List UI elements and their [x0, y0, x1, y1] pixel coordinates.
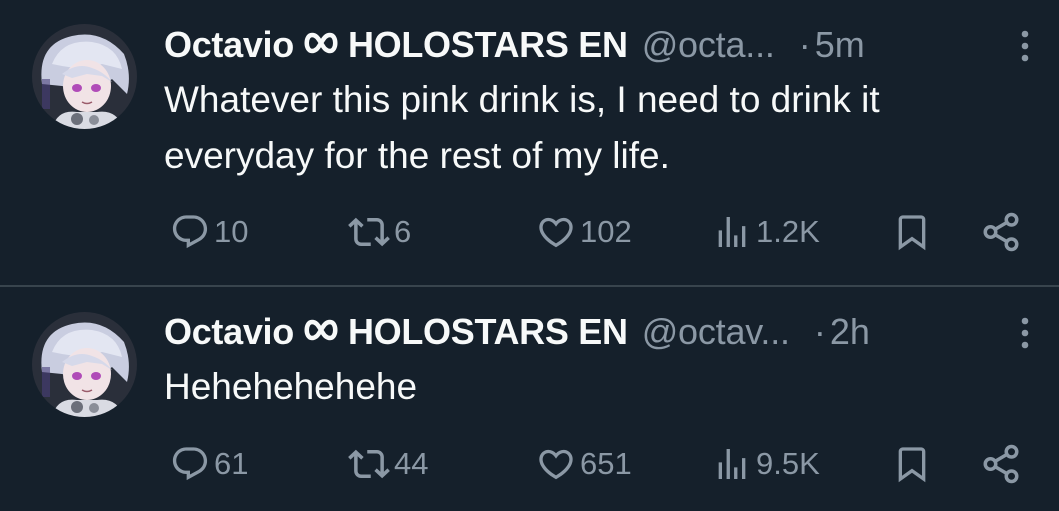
infinity-badge-icon — [302, 319, 340, 346]
retweet-button[interactable]: 6 — [348, 207, 411, 257]
share-button[interactable] — [980, 207, 1022, 257]
like-button[interactable]: 651 — [536, 439, 632, 489]
like-icon — [536, 444, 576, 484]
reply-count: 61 — [214, 446, 249, 481]
like-button[interactable]: 102 — [536, 207, 632, 257]
display-name[interactable]: Octavio — [164, 24, 294, 66]
tweet-header: Octavio HOLOSTARS EN @octa... · 5m — [164, 20, 1039, 70]
retweet-icon — [348, 443, 390, 485]
separator-dot: · — [798, 24, 811, 65]
views-count: 1.2K — [756, 214, 820, 249]
infinity-badge-icon — [302, 32, 340, 59]
avatar[interactable] — [32, 24, 137, 129]
views-icon — [712, 444, 752, 484]
tweet-header: Octavio HOLOSTARS EN @octav... · 2h — [164, 307, 1039, 357]
display-name[interactable]: Octavio — [164, 311, 294, 353]
timestamp[interactable]: 2h — [830, 311, 870, 353]
bookmark-icon — [892, 444, 932, 484]
reply-button[interactable]: 61 — [170, 439, 248, 489]
reply-icon — [170, 444, 210, 484]
reply-count: 10 — [214, 214, 249, 249]
reply-icon — [170, 212, 210, 252]
affiliation-name[interactable]: HOLOSTARS EN — [348, 311, 628, 353]
action-bar: 61 44 651 9.5K — [164, 439, 1029, 489]
retweet-count: 44 — [394, 446, 429, 481]
like-count: 102 — [580, 214, 632, 249]
affiliation-name[interactable]: HOLOSTARS EN — [348, 24, 628, 66]
views-button[interactable]: 1.2K — [712, 207, 820, 257]
views-icon — [712, 212, 752, 252]
avatar-image — [32, 312, 137, 417]
like-count: 651 — [580, 446, 632, 481]
tweet-text: Whatever this pink drink is, I need to d… — [164, 79, 880, 176]
share-button[interactable] — [980, 439, 1022, 489]
tweet[interactable]: Octavio HOLOSTARS EN @octav... · 2h Hehe… — [0, 287, 1059, 511]
tweet[interactable]: Octavio HOLOSTARS EN @octa... · 5m Whate… — [0, 0, 1059, 285]
action-bar: 10 6 102 1.2K — [164, 207, 1029, 257]
like-icon — [536, 212, 576, 252]
more-icon[interactable] — [1011, 28, 1039, 64]
views-button[interactable]: 9.5K — [712, 439, 820, 489]
bookmark-icon — [892, 212, 932, 252]
more-icon[interactable] — [1011, 315, 1039, 351]
views-count: 9.5K — [756, 446, 820, 481]
user-handle[interactable]: @octa... — [642, 24, 775, 66]
share-icon — [980, 211, 1022, 253]
retweet-button[interactable]: 44 — [348, 439, 428, 489]
retweet-count: 6 — [394, 214, 412, 249]
avatar-image — [32, 24, 137, 129]
share-icon — [980, 443, 1022, 485]
bookmark-button[interactable] — [892, 439, 932, 489]
separator-dot: · — [813, 311, 826, 352]
retweet-icon — [348, 211, 390, 253]
timestamp[interactable]: 5m — [815, 24, 865, 66]
bookmark-button[interactable] — [892, 207, 932, 257]
tweet-text: Hehehehehehe — [164, 366, 418, 407]
reply-button[interactable]: 10 — [170, 207, 248, 257]
user-handle[interactable]: @octav... — [642, 311, 790, 353]
avatar[interactable] — [32, 312, 137, 417]
